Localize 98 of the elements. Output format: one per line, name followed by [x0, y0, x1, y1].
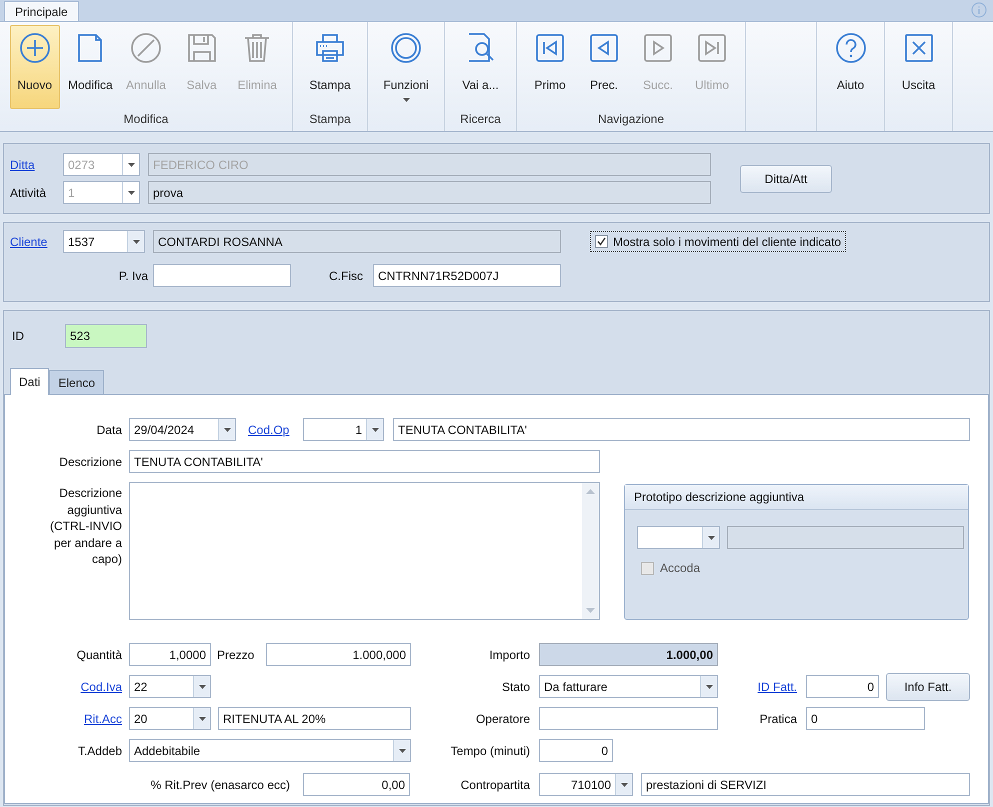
field-label: Descrizione aggiuntiva (CTRL-INVIO per andare a capo): [49, 485, 122, 568]
input-field[interactable]: prestazioni di SERVIZI: [641, 773, 970, 796]
caret-icon: [132, 240, 140, 244]
input-field[interactable]: [153, 264, 291, 287]
checkbox[interactable]: [595, 235, 608, 248]
input-field[interactable]: 1,0000: [129, 643, 211, 666]
field-link[interactable]: Cod.Op: [248, 422, 296, 436]
triangle-right-icon: [642, 32, 674, 64]
ribbon-tab[interactable]: Principale: [4, 1, 79, 21]
field-label: T.Addeb: [76, 744, 122, 758]
triangle-left-icon: [588, 32, 620, 64]
field-link[interactable]: Cod.Iva: [5, 680, 122, 694]
caret-icon: [198, 716, 206, 720]
input-field[interactable]: 0: [539, 739, 613, 762]
dropdown-field[interactable]: 20: [129, 707, 211, 730]
input-field[interactable]: 1.000,00: [539, 643, 718, 666]
field-link[interactable]: ID Fatt.: [718, 680, 797, 694]
input-field[interactable]: CNTRNN71R52D007J: [373, 264, 561, 287]
caret-icon: [402, 98, 410, 102]
caret-icon: [372, 428, 378, 432]
functions-button[interactable]: Funzioni: [381, 25, 431, 109]
prohibited-icon: [130, 32, 162, 64]
field-label: Contropartita: [460, 778, 530, 792]
info-icon: [971, 2, 987, 18]
field-label: C.Fisc: [329, 268, 364, 282]
input-field[interactable]: RITENUTA AL 20%: [218, 707, 411, 730]
skip-first-icon: [534, 32, 566, 64]
group-label: Stampa: [309, 112, 351, 126]
ring-icon: [390, 32, 422, 64]
input-field[interactable]: 0: [806, 675, 879, 698]
input-field[interactable]: 523: [65, 324, 147, 348]
caret-icon: [128, 162, 134, 166]
skip-last-icon: [696, 32, 728, 64]
field-label: Stato: [500, 680, 530, 694]
field-link[interactable]: Rit.Acc: [5, 712, 122, 726]
plus-button[interactable]: Nuovo: [10, 25, 60, 109]
input-field[interactable]: 0,00: [303, 773, 410, 796]
dropdown-field[interactable]: 22: [129, 675, 211, 698]
caret-icon: [128, 190, 134, 194]
group-label: Modifica: [124, 112, 168, 126]
field-label: Attività: [10, 186, 48, 200]
field-link[interactable]: Cliente: [10, 234, 63, 248]
input-field[interactable]: CONTARDI ROSANNA: [153, 230, 561, 253]
close-icon: [902, 32, 934, 64]
input-field[interactable]: TENUTA CONTABILITA': [129, 450, 600, 473]
field-label: Pratica: [758, 712, 797, 726]
printer-icon: [314, 32, 346, 64]
input-field[interactable]: [539, 707, 718, 730]
first-button[interactable]: Primo: [525, 25, 575, 109]
dropdown-field[interactable]: Addebitabile: [129, 739, 411, 762]
dropdown-field[interactable]: 29/04/2024: [129, 418, 236, 441]
input-field[interactable]: TENUTA CONTABILITA': [393, 418, 970, 441]
group-label: Ricerca: [460, 112, 501, 126]
dropdown-field[interactable]: [637, 526, 720, 549]
plus-icon: [18, 32, 51, 64]
caret-icon: [620, 782, 628, 786]
field-label: Operatore: [474, 712, 530, 726]
text-area[interactable]: [129, 482, 600, 620]
tab[interactable]: Elenco: [49, 370, 104, 394]
search-button[interactable]: Vai a...: [456, 25, 506, 109]
help-button[interactable]: Aiuto: [826, 25, 876, 109]
info-button[interactable]: Info Fatt.: [886, 672, 970, 700]
field-label: Tempo (minuti): [450, 744, 530, 758]
check-icon: [597, 237, 606, 246]
field-label: ID: [12, 329, 25, 343]
scroll-up-icon: [586, 489, 595, 494]
input-field[interactable]: [727, 526, 964, 549]
field-label: Prezzo: [217, 648, 256, 662]
field-label: Descrizione: [58, 454, 122, 468]
field-label: P. Iva: [118, 268, 148, 282]
field-label: Data: [96, 422, 122, 436]
tab[interactable]: Dati: [10, 368, 50, 395]
checkbox-label: Mostra solo i movimenti del cliente indicato: [613, 234, 842, 248]
dropdown-field[interactable]: 710100: [539, 773, 633, 796]
caret-icon: [224, 428, 230, 432]
group-label: Navigazione: [598, 112, 664, 126]
dropdown-field[interactable]: 1: [303, 418, 384, 441]
floppy-icon: [186, 32, 218, 64]
print-button[interactable]: Stampa: [305, 25, 355, 109]
field-label: % Rit.Prev (enasarco ecc): [150, 778, 290, 792]
dropdown-field[interactable]: 1537: [63, 230, 145, 253]
edit-button[interactable]: Modifica: [65, 25, 116, 109]
dropdown-field[interactable]: Da fatturare: [539, 675, 718, 698]
scroll-down-icon: [586, 608, 595, 613]
help-icon: [834, 32, 866, 64]
caret-icon: [708, 536, 714, 540]
caret-icon: [706, 684, 712, 688]
checkbox-label: Accoda: [660, 561, 700, 575]
exit-button[interactable]: Uscita: [894, 25, 944, 109]
group-title: Prototipo descrizione aggiuntiva: [634, 490, 804, 504]
scrollbar[interactable]: [582, 483, 599, 619]
field-label: Importo: [488, 648, 530, 662]
field-label: Quantità: [76, 648, 122, 662]
caret-icon: [198, 684, 206, 688]
input-field[interactable]: 1.000,000: [266, 643, 411, 666]
input-field[interactable]: 0: [806, 707, 925, 730]
prev-button[interactable]: Prec.: [579, 25, 629, 109]
caret-icon: [398, 748, 406, 752]
